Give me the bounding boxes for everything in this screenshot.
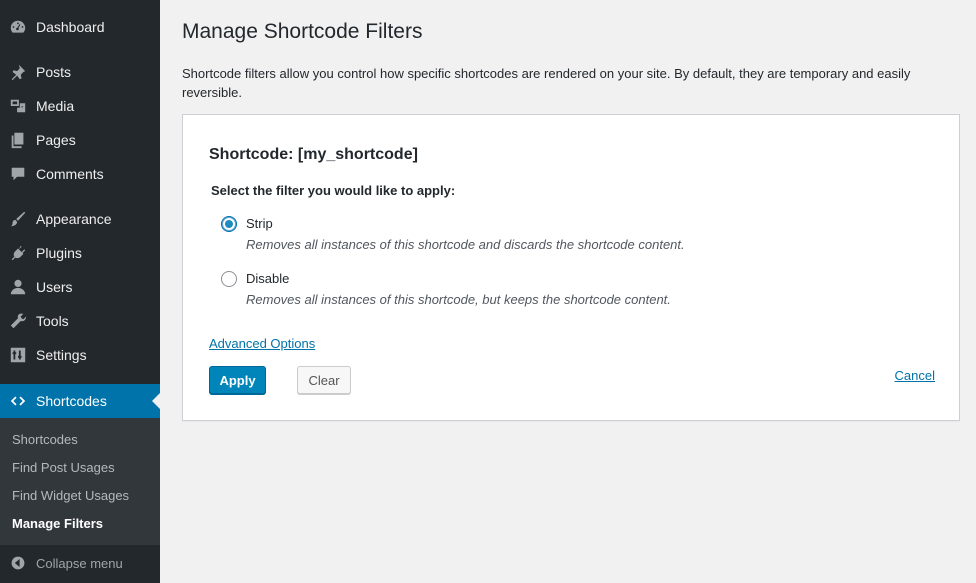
disable-radio[interactable] bbox=[221, 271, 237, 287]
sidebar-item-label: Dashboard bbox=[36, 19, 105, 35]
strip-label[interactable]: Strip bbox=[246, 216, 273, 231]
sidebar-item-posts[interactable]: Posts bbox=[0, 55, 160, 89]
sidebar-item-settings[interactable]: Settings bbox=[0, 338, 160, 372]
sidebar-item-label: Shortcodes bbox=[36, 393, 107, 409]
wrench-icon bbox=[0, 312, 36, 330]
page-description: Shortcode filters allow you control how … bbox=[182, 66, 911, 100]
sidebar-item-label: Pages bbox=[36, 132, 76, 148]
collapse-icon bbox=[0, 555, 36, 571]
submenu-item-manage-filters[interactable]: Manage Filters bbox=[12, 516, 103, 531]
user-icon bbox=[0, 278, 36, 296]
filter-panel: Shortcode: [my_shortcode] Select the fil… bbox=[182, 114, 960, 421]
sidebar-item-label: Tools bbox=[36, 313, 69, 329]
apply-button[interactable]: Apply bbox=[209, 366, 266, 394]
submenu-item-shortcodes[interactable]: Shortcodes bbox=[12, 432, 78, 447]
sidebar-item-label: Comments bbox=[36, 166, 104, 182]
sidebar-item-label: Plugins bbox=[36, 245, 82, 261]
shortcodes-submenu: Shortcodes Find Post Usages Find Widget … bbox=[0, 418, 160, 545]
submenu-item-find-post-usages[interactable]: Find Post Usages bbox=[12, 460, 115, 475]
dashboard-icon bbox=[0, 18, 36, 36]
media-icon bbox=[0, 97, 36, 115]
comment-icon bbox=[0, 165, 36, 183]
sidebar-item-pages[interactable]: Pages bbox=[0, 123, 160, 157]
strip-radio[interactable] bbox=[221, 216, 237, 232]
sidebar-item-label: Users bbox=[36, 279, 73, 295]
pages-icon bbox=[0, 131, 36, 149]
current-indicator bbox=[152, 393, 160, 409]
advanced-options-link[interactable]: Advanced Options bbox=[209, 336, 315, 351]
sidebar-item-appearance[interactable]: Appearance bbox=[0, 202, 160, 236]
sidebar-item-dashboard[interactable]: Dashboard bbox=[0, 10, 160, 44]
sidebar-item-tools[interactable]: Tools bbox=[0, 304, 160, 338]
sidebar-item-comments[interactable]: Comments bbox=[0, 157, 160, 191]
disable-description: Removes all instances of this shortcode,… bbox=[246, 292, 671, 307]
submenu-item-find-widget-usages[interactable]: Find Widget Usages bbox=[12, 488, 129, 503]
collapse-menu-label: Collapse menu bbox=[36, 555, 123, 571]
plugin-icon bbox=[0, 244, 36, 262]
clear-button[interactable]: Clear bbox=[297, 366, 351, 394]
disable-label[interactable]: Disable bbox=[246, 271, 289, 286]
brush-icon bbox=[0, 210, 36, 228]
cancel-link[interactable]: Cancel bbox=[895, 368, 935, 383]
code-icon bbox=[0, 392, 36, 410]
sidebar-item-users[interactable]: Users bbox=[0, 270, 160, 304]
admin-sidebar: Dashboard Posts Media Pages Comments App… bbox=[0, 0, 160, 583]
strip-description: Removes all instances of this shortcode … bbox=[246, 237, 685, 252]
sidebar-item-label: Media bbox=[36, 98, 75, 114]
shortcode-title: Shortcode: [my_shortcode] bbox=[209, 146, 418, 163]
pin-icon bbox=[0, 63, 36, 81]
collapse-menu-button[interactable]: Collapse menu bbox=[0, 548, 160, 578]
page-title: Manage Shortcode Filters bbox=[182, 20, 423, 43]
settings-icon bbox=[0, 346, 36, 364]
sidebar-item-shortcodes[interactable]: Shortcodes bbox=[0, 384, 160, 418]
sidebar-item-label: Appearance bbox=[36, 211, 112, 227]
sidebar-item-label: Posts bbox=[36, 64, 72, 80]
sidebar-item-media[interactable]: Media bbox=[0, 89, 160, 123]
sidebar-item-plugins[interactable]: Plugins bbox=[0, 236, 160, 270]
sidebar-item-label: Settings bbox=[36, 347, 87, 363]
filter-prompt: Select the filter you would like to appl… bbox=[211, 183, 456, 198]
